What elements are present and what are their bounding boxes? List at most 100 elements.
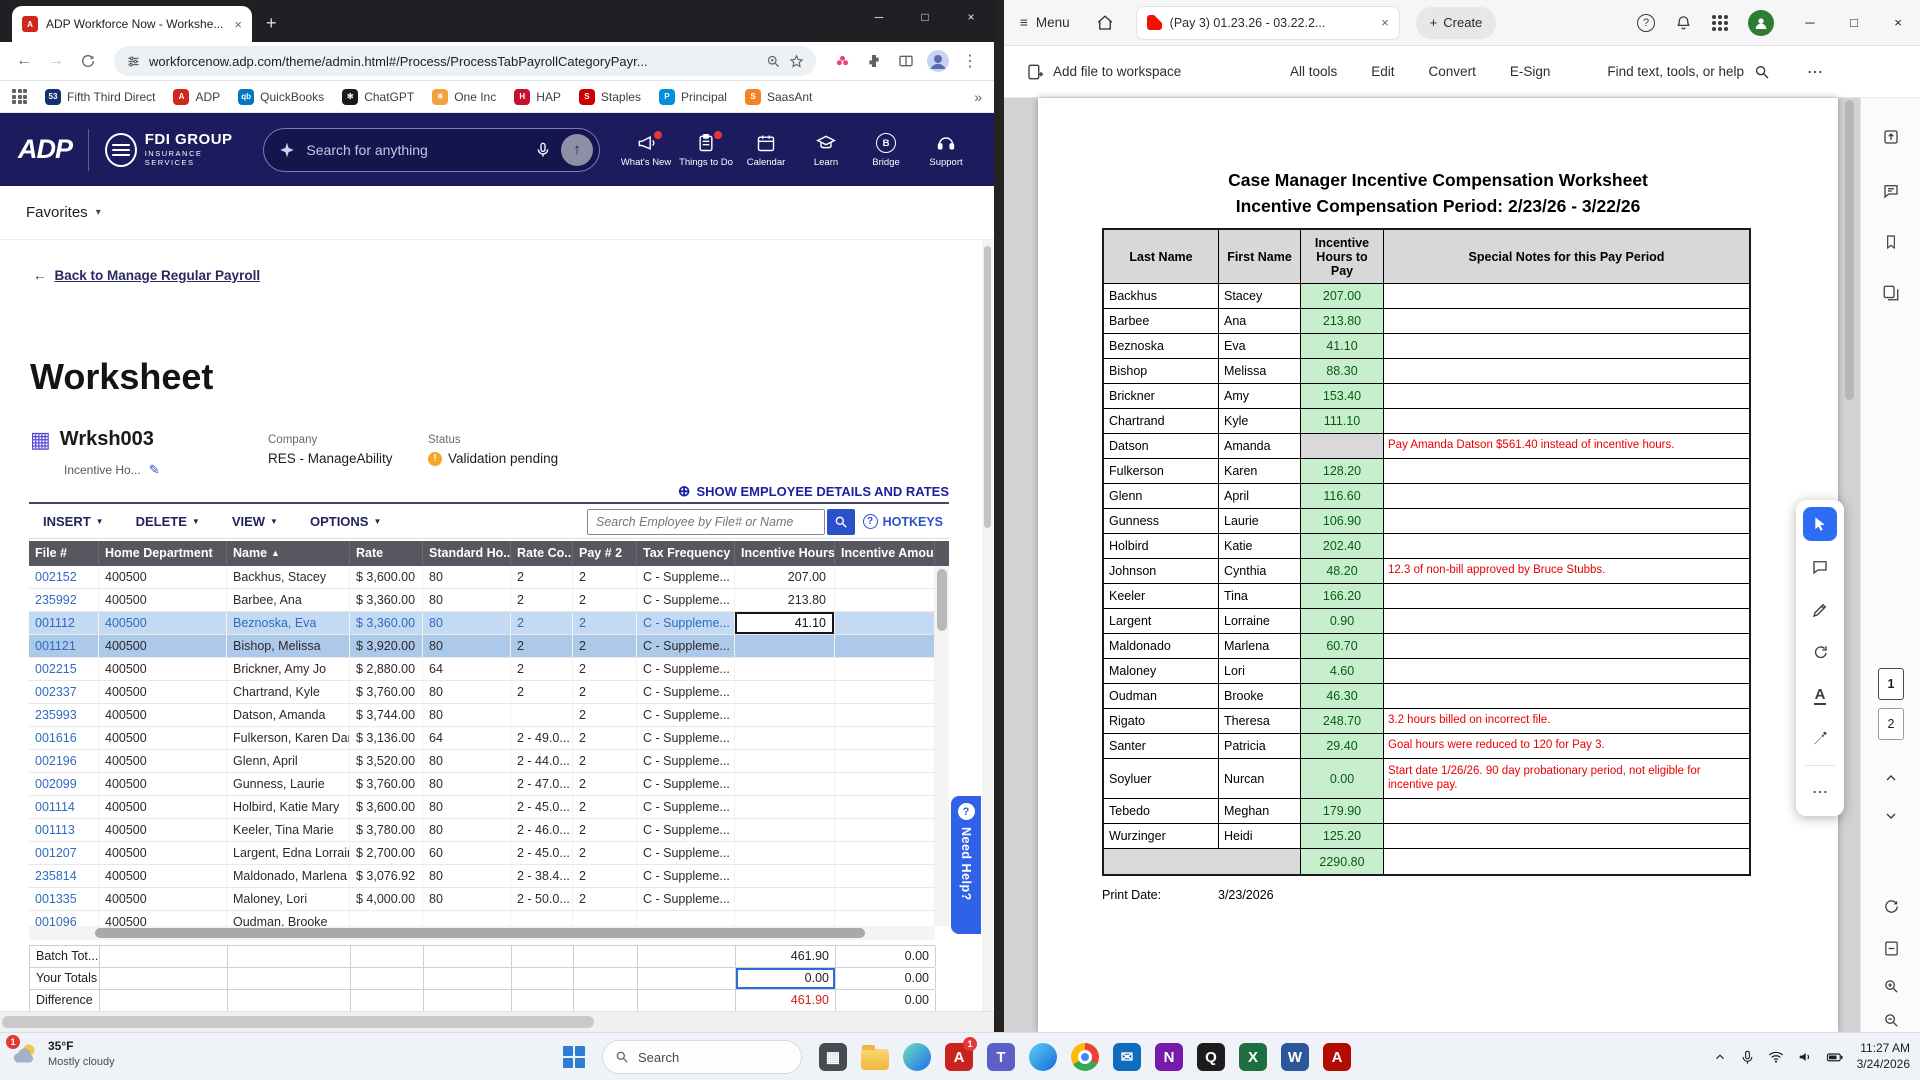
page-thumbnail-1[interactable]: 1 [1878, 668, 1904, 700]
cell-name[interactable]: Datson, Amanda [227, 704, 350, 726]
cell-rate-code[interactable]: 2 [511, 566, 573, 588]
grid-row[interactable]: 002152 400500 Backhus, Stacey $ 3,600.00… [29, 566, 935, 589]
cell-rate-code[interactable]: 2 - 49.0... [511, 727, 573, 749]
bookmark-item[interactable]: H HAP [514, 88, 561, 105]
mic-tray-icon[interactable] [1740, 1050, 1755, 1065]
cell-tax-frequency[interactable]: C - Suppleme... [637, 750, 735, 772]
cell-rate[interactable]: $ 3,760.00 [350, 773, 423, 795]
cell-incentive-amount[interactable] [835, 888, 935, 910]
cell-incentive-amount[interactable] [835, 842, 935, 864]
cell-rate[interactable]: $ 3,076.92 [350, 865, 423, 887]
close-button[interactable]: × [948, 0, 994, 34]
add-file-button[interactable]: Add file to workspace [1026, 63, 1181, 81]
cell-standard-hours[interactable]: 64 [423, 727, 511, 749]
cell-file-number[interactable]: 001207 [29, 842, 99, 864]
cell-name[interactable]: Brickner, Amy Jo [227, 658, 350, 680]
grid-row[interactable]: 001335 400500 Maloney, Lori $ 4,000.00 8… [29, 888, 935, 911]
cell-incentive-amount[interactable] [835, 773, 935, 795]
cell-tax-frequency[interactable]: C - Suppleme... [637, 865, 735, 887]
cell-name[interactable]: Beznoska, Eva [227, 612, 350, 634]
cell-standard-hours[interactable]: 60 [423, 842, 511, 864]
cell-file-number[interactable]: 002215 [29, 658, 99, 680]
taskbar-app-icon[interactable]: ✉ [1106, 1033, 1148, 1080]
column-header-incentive-amount[interactable]: Incentive Amount [835, 541, 935, 566]
taskbar-app-icon[interactable]: T [980, 1033, 1022, 1080]
apps-grid-icon[interactable] [12, 89, 27, 104]
column-header-file[interactable]: File # [29, 541, 99, 566]
taskbar-app-icon[interactable]: ▦ [812, 1033, 854, 1080]
cell-rate[interactable]: $ 3,360.00 [350, 589, 423, 611]
cell-pay2[interactable]: 2 [573, 773, 637, 795]
cell-rate-code[interactable]: 2 [511, 589, 573, 611]
cell-name[interactable]: Fulkerson, Karen Danz [227, 727, 350, 749]
cell-rate-code[interactable]: 2 - 46.0... [511, 819, 573, 841]
need-help-button[interactable]: ? Need Help? [951, 796, 981, 934]
grid-row[interactable]: 001114 400500 Holbird, Katie Mary $ 3,60… [29, 796, 935, 819]
grid-row[interactable]: 001207 400500 Largent, Edna Lorraine $ 2… [29, 842, 935, 865]
taskbar-app-icon[interactable] [1064, 1033, 1106, 1080]
bookmark-item[interactable]: qb QuickBooks [238, 88, 324, 105]
sign-tool-button[interactable] [1803, 722, 1837, 756]
cell-pay2[interactable]: 2 [573, 635, 637, 657]
cell-incentive-hours[interactable] [735, 681, 835, 703]
cell-incentive-amount[interactable] [835, 911, 935, 926]
cell-rate[interactable]: $ 3,600.00 [350, 796, 423, 818]
cell-department[interactable]: 400500 [99, 911, 227, 926]
page-thumbnail-2[interactable]: 2 [1878, 708, 1904, 740]
edit-pencil-icon[interactable]: ✎ [149, 462, 160, 478]
battery-icon[interactable] [1826, 1048, 1844, 1066]
column-header-rate-code[interactable]: Rate Co... [511, 541, 573, 566]
cell-standard-hours[interactable]: 80 [423, 865, 511, 887]
cell-pay2[interactable]: 2 [573, 750, 637, 772]
cell-department[interactable]: 400500 [99, 796, 227, 818]
bookmark-item[interactable]: S SaasAnt [744, 88, 812, 105]
export-panel-icon[interactable] [1861, 128, 1920, 146]
cell-file-number[interactable]: 002152 [29, 566, 99, 588]
cell-rate-code[interactable]: 2 [511, 635, 573, 657]
cell-department[interactable]: 400500 [99, 681, 227, 703]
cell-file-number[interactable]: 002196 [29, 750, 99, 772]
cell-standard-hours[interactable]: 80 [423, 704, 511, 726]
cell-incentive-amount[interactable] [835, 681, 935, 703]
weather-widget[interactable]: 1 35°F Mostly cloudy [6, 1035, 115, 1069]
totals-incentive-hours[interactable]: 461.90 [736, 990, 836, 1011]
nav-learn[interactable]: Learn [796, 131, 856, 168]
cell-department[interactable]: 400500 [99, 612, 227, 634]
cell-pay2[interactable]: 2 [573, 612, 637, 634]
cell-name[interactable]: Barbee, Ana [227, 589, 350, 611]
cell-incentive-hours[interactable] [735, 750, 835, 772]
cell-name[interactable]: Largent, Edna Lorraine [227, 842, 350, 864]
cell-pay2[interactable]: 2 [573, 704, 637, 726]
grid-row[interactable]: 235992 400500 Barbee, Ana $ 3,360.00 80 … [29, 589, 935, 612]
cell-rate[interactable]: $ 2,700.00 [350, 842, 423, 864]
cell-tax-frequency[interactable] [637, 911, 735, 926]
fit-page-icon[interactable] [1861, 940, 1920, 957]
grid-row[interactable]: 235814 400500 Maldonado, Marlena $ 3,076… [29, 865, 935, 888]
next-page-icon[interactable] [1861, 808, 1920, 824]
convert-menu[interactable]: Convert [1429, 64, 1476, 79]
cell-tax-frequency[interactable]: C - Suppleme... [637, 796, 735, 818]
tab-close-icon[interactable]: × [234, 17, 242, 32]
cell-rate[interactable]: $ 3,136.00 [350, 727, 423, 749]
cell-rate-code[interactable]: 2 - 50.0... [511, 888, 573, 910]
tab-close-icon[interactable]: × [1381, 15, 1389, 30]
cell-file-number[interactable]: 002337 [29, 681, 99, 703]
grid-vertical-scrollbar[interactable] [935, 566, 949, 926]
insert-menu-button[interactable]: INSERT ▼ [43, 514, 104, 529]
more-tools-button[interactable]: ⋯ [1803, 775, 1837, 809]
cell-rate[interactable]: $ 3,744.00 [350, 704, 423, 726]
grid-row[interactable]: 001113 400500 Keeler, Tina Marie $ 3,780… [29, 819, 935, 842]
options-menu-button[interactable]: OPTIONS ▼ [310, 514, 381, 529]
cell-rate-code[interactable]: 2 - 38.4... [511, 865, 573, 887]
favorites-bar[interactable]: Favorites ▾ [0, 186, 994, 240]
cell-tax-frequency[interactable]: C - Suppleme... [637, 589, 735, 611]
grid-row[interactable]: 001121 400500 Bishop, Melissa $ 3,920.00… [29, 635, 935, 658]
cell-pay2[interactable]: 2 [573, 819, 637, 841]
draw-tool-button[interactable] [1803, 593, 1837, 627]
cell-department[interactable]: 400500 [99, 842, 227, 864]
shape-arrow-tool-button[interactable] [1803, 636, 1837, 670]
column-header-department[interactable]: Home Department [99, 541, 227, 566]
cell-incentive-hours[interactable] [735, 888, 835, 910]
cell-tax-frequency[interactable]: C - Suppleme... [637, 704, 735, 726]
cell-incentive-amount[interactable] [835, 704, 935, 726]
